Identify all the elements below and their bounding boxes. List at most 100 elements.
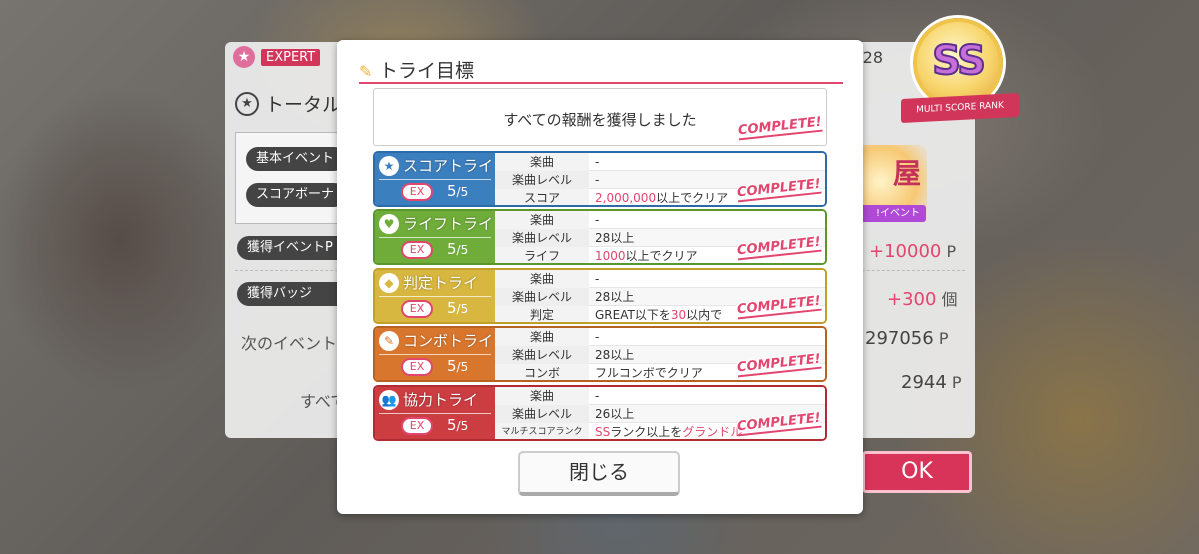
try-divider (379, 413, 491, 414)
condition-text: 26以上 (595, 407, 635, 421)
condition-highlight: SS (595, 425, 611, 439)
total-heading: トータル (265, 94, 342, 116)
close-button[interactable]: 閉じる (518, 451, 680, 496)
condition-text: 28以上 (595, 231, 635, 245)
condition-label: 楽曲レベル (495, 288, 589, 306)
condition-prefix: GREAT以下を (595, 308, 671, 322)
try-title-row: ★ スコアトライ (379, 155, 493, 176)
condition-row: 楽曲 - (495, 153, 825, 171)
difficulty-badge: EXPERT (261, 48, 321, 66)
condition-text: 以内で (686, 308, 723, 322)
condition-text: フルコンボでクリア (595, 366, 703, 380)
condition-highlight: 2,000,000 (595, 191, 657, 205)
condition-row: 楽曲 - (495, 328, 825, 346)
total-heading-row: ★ トータル (235, 90, 341, 117)
condition-highlight: グランドル (682, 425, 743, 439)
condition-text: 28以上 (595, 290, 635, 304)
reward-status-box: すべての報酬を獲得しました COMPLETE! (373, 88, 827, 146)
try-divider (379, 354, 491, 355)
condition-label: 楽曲レベル (495, 171, 589, 189)
condition-highlight: 30 (670, 308, 687, 322)
try-progress: 5/5 (447, 240, 469, 258)
try-progress: 5/5 (447, 299, 469, 317)
condition-row: 楽曲 - (495, 387, 825, 405)
ex-badge: EX (401, 417, 433, 435)
condition-label: 楽曲レベル (495, 405, 589, 423)
rank-letter: SS (931, 37, 987, 85)
earned-badge-label: 獲得バッジ (237, 282, 349, 306)
try-progress: 5/5 (447, 182, 469, 200)
dialog-header: ✎ トライ目標 (359, 54, 843, 84)
condition-label: ライフ (495, 247, 589, 263)
try-card: ♥ ライフトライ EX 5/5 楽曲 - 楽曲レベル 28以上 ライフ 1000以上でクリ… (373, 209, 827, 265)
condition-row: 楽曲 - (495, 211, 825, 229)
try-name: 判定トライ (403, 274, 479, 292)
condition-label: マルチスコアランク (495, 423, 589, 439)
multi-score-rank-badge: SS MULTI SCORE RANK (897, 8, 1023, 136)
condition-value: - (589, 387, 825, 405)
condition-text: - (595, 272, 600, 286)
condition-label: スコア (495, 189, 589, 205)
try-header: ✎ コンボトライ EX 5/5 (375, 328, 495, 380)
condition-text: 28以上 (595, 348, 635, 362)
condition-highlight: 1000 (595, 249, 626, 263)
try-type-icon: ✎ (379, 330, 399, 351)
try-progress: 5/5 (447, 357, 469, 375)
try-divider (379, 237, 491, 238)
try-type-icon: ★ (379, 155, 399, 176)
condition-text: - (595, 330, 600, 344)
try-header: 👥 協力トライ EX 5/5 (375, 387, 495, 439)
try-name: スコアトライ (403, 157, 494, 175)
try-card: ✎ コンボトライ EX 5/5 楽曲 - 楽曲レベル 28以上 コンボ フルコンボでクリア… (373, 326, 827, 382)
earned-badge-value: +300 個 (887, 289, 958, 310)
next-event-label: 次のイベント (241, 334, 338, 353)
next-event-value: 297056 P (865, 328, 949, 349)
condition-text: - (595, 213, 600, 227)
star-outline-icon: ★ (235, 91, 259, 116)
try-header: ♥ ライフトライ EX 5/5 (375, 211, 495, 263)
rank-ribbon: MULTI SCORE RANK (901, 92, 1019, 124)
try-card: 👥 協力トライ EX 5/5 楽曲 - 楽曲レベル 26以上 マルチスコアランク SSラン… (373, 385, 827, 441)
try-name: ライフトライ (403, 215, 494, 233)
try-title-row: ◆ 判定トライ (379, 272, 478, 293)
pencil-icon: ✎ (359, 62, 373, 81)
score-bonus-label: スコアボーナ (246, 183, 346, 207)
try-title-row: ✎ コンボトライ (379, 330, 493, 351)
try-title-row: ♥ ライフトライ (379, 213, 493, 234)
earned-event-value: +10000 P (869, 241, 957, 262)
condition-text: 以上でクリア (656, 191, 729, 205)
try-card: ★ スコアトライ EX 5/5 楽曲 - 楽曲レベル - スコア 2,000,000以上で… (373, 151, 827, 207)
try-goal-dialog: ✎ トライ目標 すべての報酬を獲得しました COMPLETE! ★ スコアトライ… (337, 40, 863, 514)
condition-label: 楽曲 (495, 153, 589, 171)
condition-row: 楽曲 - (495, 270, 825, 288)
condition-label: コンボ (495, 364, 589, 380)
difficulty-row: ★ EXPERT (233, 46, 321, 68)
condition-value: - (589, 211, 825, 229)
sub-value: 2944 P (901, 372, 962, 393)
try-divider (379, 296, 491, 297)
try-progress: 5/5 (447, 416, 469, 434)
condition-text: - (595, 155, 600, 169)
try-type-icon: ◆ (379, 272, 399, 293)
condition-label: 判定 (495, 306, 589, 322)
ex-badge: EX (401, 300, 433, 318)
try-type-icon: 👥 (379, 389, 399, 410)
dialog-title: トライ目標 (379, 60, 475, 82)
ex-badge: EX (401, 183, 433, 201)
ex-badge: EX (401, 358, 433, 376)
condition-text: - (595, 389, 600, 403)
condition-value: - (589, 270, 825, 288)
ok-button[interactable]: OK (862, 451, 972, 493)
try-title-row: 👥 協力トライ (379, 389, 478, 410)
condition-label: 楽曲 (495, 328, 589, 346)
try-name: 協力トライ (403, 391, 479, 409)
rank-value: 28 (862, 48, 883, 67)
try-card: ◆ 判定トライ EX 5/5 楽曲 - 楽曲レベル 28以上 判定 GREAT以下を30以… (373, 268, 827, 324)
condition-text: ランク以上を (610, 425, 683, 439)
try-name: コンボトライ (403, 332, 494, 350)
star-icon: ★ (233, 46, 255, 68)
try-header: ★ スコアトライ EX 5/5 (375, 153, 495, 205)
ex-badge: EX (401, 241, 433, 259)
condition-label: 楽曲 (495, 387, 589, 405)
condition-label: 楽曲レベル (495, 346, 589, 364)
